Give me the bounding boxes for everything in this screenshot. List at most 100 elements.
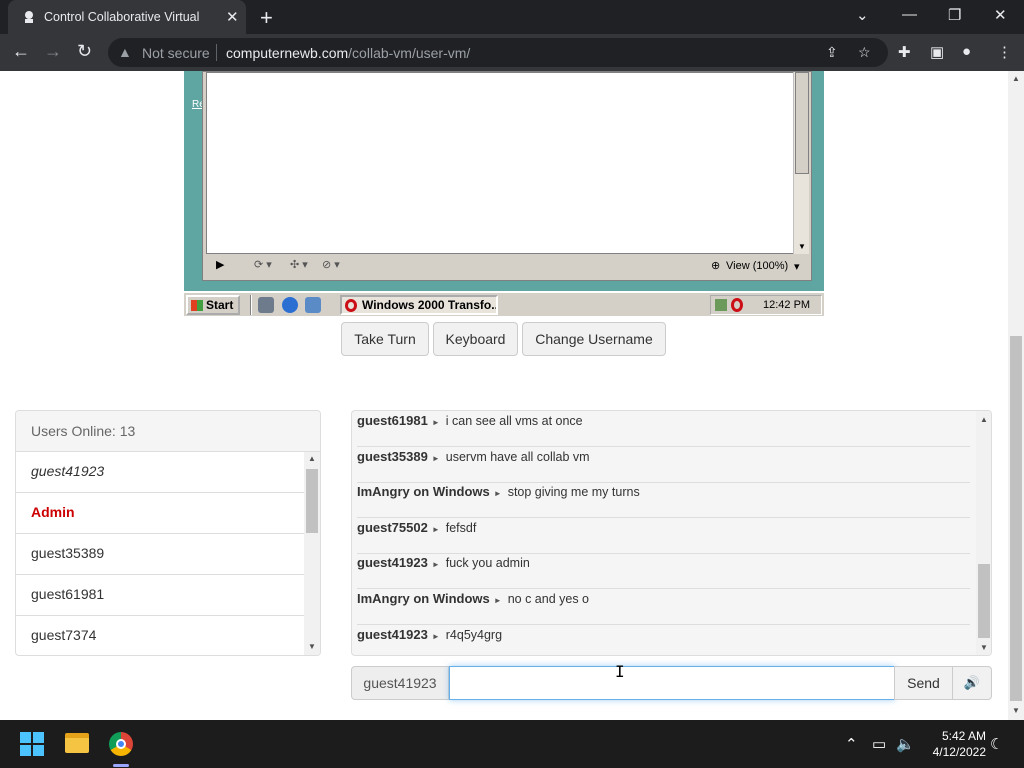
address-bar[interactable]: ▲ Not secure computernewb.com/collab-vm/… <box>108 38 888 67</box>
vm-ie-icon <box>282 297 298 313</box>
tab-search-icon[interactable]: ⌄ <box>856 6 869 24</box>
user-list-item[interactable]: guest35389 <box>16 534 304 575</box>
chat-message: guest41923 ► fuck you admin <box>357 553 970 589</box>
minimize-icon[interactable]: — <box>902 6 917 23</box>
vm-play-icon: ▶ <box>216 259 225 271</box>
vm-scroll-down-icon: ▼ <box>798 242 806 251</box>
extensions-icon[interactable]: ✚ <box>898 43 911 61</box>
not-secure-label[interactable]: Not secure <box>142 45 210 61</box>
vm-zoom-icon: ⊕ <box>711 260 721 272</box>
vm-window: ▼ ▶ ⟳ ▾ ✣ ▾ ⊘ ▾ ⊕ View (100%) ▾ <box>202 71 812 281</box>
vm-view-zoom: View (100%) <box>726 260 789 272</box>
chat-username[interactable]: ImAngry on Windows <box>357 484 490 499</box>
vm-window-content <box>206 72 796 254</box>
show-hidden-icons-icon[interactable]: ⌃ <box>845 735 858 753</box>
take-turn-button[interactable]: Take Turn <box>341 322 429 356</box>
url-path: /collab-vm/user-vm/ <box>348 45 471 61</box>
text-cursor-icon: I <box>615 662 625 681</box>
vm-view-dropdown-icon: ▾ <box>794 261 800 273</box>
active-app-indicator <box>113 764 129 767</box>
chat-text: r4q5y4grg <box>445 628 503 642</box>
chat-username[interactable]: guest61981 <box>357 413 428 428</box>
tab-title: Control Collaborative Virtual <box>44 10 200 24</box>
notifications-icon[interactable]: ☾ <box>990 735 1003 753</box>
vm-scroll-thumb <box>795 72 809 174</box>
chat-message-input[interactable] <box>449 666 895 700</box>
chat-text: fuck you admin <box>445 556 530 570</box>
user-list-item[interactable]: guest7374 <box>16 616 304 655</box>
collabvm-favicon-icon <box>25 11 33 23</box>
page-scroll-thumb[interactable] <box>1010 336 1022 701</box>
chat-message: ImAngry on Windows ► stop giving me my tur… <box>357 482 970 518</box>
vm-task-item: Windows 2000 Transfo... <box>340 295 498 315</box>
scroll-down-icon[interactable]: ▼ <box>980 643 988 652</box>
chat-text: i can see all vms at once <box>445 414 583 428</box>
back-icon[interactable]: ← <box>12 41 30 62</box>
windows-taskbar: ⌃ ▭ 🔈 5:42 AM 4/12/2022 ☾ <box>0 720 1024 768</box>
chat-username[interactable]: guest75502 <box>357 520 428 535</box>
chat-username[interactable]: guest41923 <box>357 555 428 570</box>
system-clock[interactable]: 5:42 AM 4/12/2022 <box>920 728 986 760</box>
scroll-up-icon[interactable]: ▲ <box>1012 74 1020 83</box>
menu-icon[interactable]: ⋮ <box>997 43 1012 61</box>
warning-icon[interactable]: ▲ <box>118 44 132 60</box>
user-list-item[interactable]: guest61981 <box>16 575 304 616</box>
chat-text: stop giving me my turns <box>507 485 640 499</box>
chat-username[interactable]: guest35389 <box>357 449 428 464</box>
vm-windows-flag-icon <box>191 300 203 311</box>
vm-clock: 12:42 PM <box>763 299 811 311</box>
user-list-item[interactable]: Admin <box>16 493 304 534</box>
chat-arrow-icon: ► <box>431 560 440 569</box>
scroll-down-icon[interactable]: ▼ <box>1012 706 1020 715</box>
reload-icon[interactable]: ↻ <box>77 41 92 62</box>
clock-time: 5:42 AM <box>941 729 986 743</box>
users-online-header: Users Online: 13 <box>16 411 320 452</box>
vm-screen[interactable]: Re ▼ ▶ ⟳ ▾ ✣ ▾ ⊘ ▾ ⊕ View (100%) ▾ Start <box>184 71 824 316</box>
windows-start-icon[interactable] <box>20 732 44 756</box>
chat-text: uservm have all collab vm <box>445 450 590 464</box>
bookmark-star-icon[interactable]: ☆ <box>858 44 871 61</box>
tab-close-icon[interactable]: ✕ <box>226 8 239 26</box>
url-text[interactable]: computernewb.com/collab-vm/user-vm/ <box>226 45 470 61</box>
send-button[interactable]: Send <box>894 666 953 700</box>
chat-arrow-icon: ► <box>431 525 440 534</box>
clock-date: 4/12/2022 <box>932 745 986 759</box>
change-username-button[interactable]: Change Username <box>522 322 666 356</box>
users-scrollbar[interactable]: ▲ ▼ <box>304 452 320 655</box>
profile-icon[interactable]: ● <box>962 43 971 60</box>
file-explorer-icon[interactable] <box>65 733 89 753</box>
chat-scrollbar[interactable]: ▲ ▼ <box>976 411 991 655</box>
user-list-item[interactable]: guest41923 <box>16 452 304 493</box>
vm-rotate-icon: ⟳ ▾ <box>254 259 272 271</box>
new-tab-icon[interactable]: + <box>260 5 273 31</box>
forward-icon[interactable]: → <box>44 41 62 62</box>
vm-stop-icon: ⊘ ▾ <box>322 259 340 271</box>
vm-taskbar: Start Windows 2000 Transfo... 12:42 PM <box>184 291 824 316</box>
page-scrollbar[interactable]: ▲ ▼ <box>1008 71 1024 720</box>
scroll-up-icon[interactable]: ▲ <box>980 415 988 424</box>
chat-scroll-thumb[interactable] <box>978 564 990 638</box>
close-window-icon[interactable]: ✕ <box>994 6 1007 24</box>
network-icon[interactable]: ▭ <box>872 735 886 753</box>
vm-start-button: Start <box>186 295 240 315</box>
keyboard-button[interactable]: Keyboard <box>433 322 518 356</box>
volume-icon[interactable]: 🔈 <box>896 735 915 753</box>
chat-message: guest75502 ► fefsdf <box>357 518 970 554</box>
chat-username[interactable]: guest41923 <box>357 627 428 642</box>
share-icon[interactable]: ⇪ <box>826 44 838 61</box>
restore-icon[interactable]: ❐ <box>948 6 961 24</box>
vm-network-icon <box>715 299 727 311</box>
chat-username[interactable]: ImAngry on Windows <box>357 591 490 606</box>
url-domain: computernewb.com <box>226 45 349 61</box>
browser-tab[interactable]: Control Collaborative Virtual ✕ <box>8 0 246 34</box>
scroll-down-icon[interactable]: ▼ <box>308 642 316 651</box>
chrome-icon[interactable] <box>109 732 133 756</box>
chat-text: no c and yes o <box>507 592 590 606</box>
sound-toggle-icon[interactable]: 🔊 <box>952 666 992 700</box>
browser-titlebar: Control Collaborative Virtual ✕ + ⌄ — ❐ … <box>0 0 1024 34</box>
scroll-up-icon[interactable]: ▲ <box>308 454 316 463</box>
chat-username-label: guest41923 <box>351 666 449 700</box>
side-panel-icon[interactable]: ▣ <box>930 43 944 61</box>
chat-arrow-icon: ► <box>493 489 502 498</box>
users-scroll-thumb[interactable] <box>306 469 318 533</box>
